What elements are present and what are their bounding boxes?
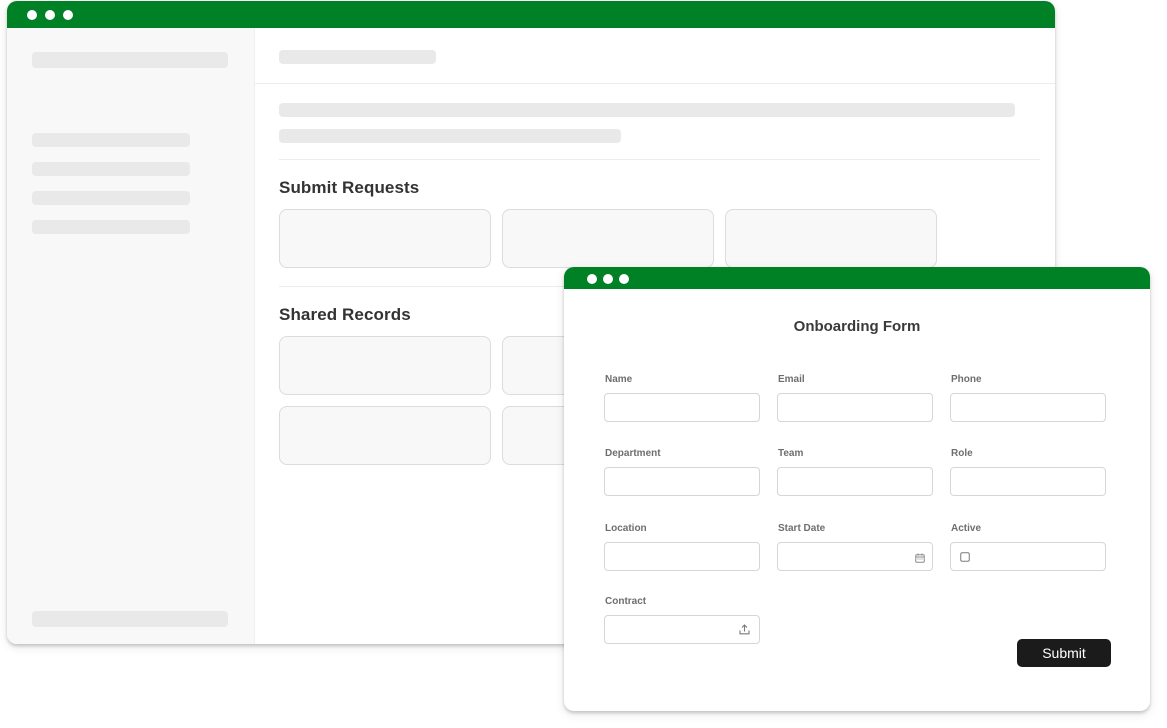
active-field (950, 542, 1106, 571)
request-card[interactable] (725, 209, 937, 268)
record-card[interactable] (279, 336, 491, 395)
window-control-close[interactable] (587, 274, 597, 284)
email-label: Email (778, 374, 805, 385)
form-window: Onboarding Form Name Email Phone Departm… (564, 267, 1150, 711)
sidebar-item-placeholder[interactable] (32, 133, 190, 147)
section-title-shared-records: Shared Records (279, 305, 411, 324)
window-control-maximize[interactable] (619, 274, 629, 284)
sidebar-item-placeholder[interactable] (32, 220, 190, 234)
department-label: Department (605, 448, 661, 459)
calendar-icon[interactable] (915, 553, 925, 563)
window-control-minimize[interactable] (45, 10, 55, 20)
sidebar-footer-placeholder (32, 611, 228, 627)
active-label: Active (951, 523, 982, 534)
checkbox-icon[interactable] (960, 552, 970, 562)
header-divider (255, 83, 1055, 84)
window-control-minimize[interactable] (603, 274, 613, 284)
name-label: Name (605, 374, 633, 385)
role-label: Role (951, 448, 973, 459)
contract-label: Contract (605, 596, 647, 607)
contract-upload-field[interactable] (604, 615, 760, 644)
record-card[interactable] (279, 406, 491, 465)
team-label: Team (778, 448, 804, 459)
section-title-submit-requests: Submit Requests (279, 178, 420, 197)
description-line-placeholder (279, 103, 1015, 117)
request-card[interactable] (279, 209, 491, 268)
department-field[interactable] (604, 467, 760, 496)
start-date-field[interactable] (777, 542, 933, 571)
sidebar (7, 28, 255, 644)
form-title: Onboarding Form (793, 318, 921, 335)
team-field[interactable] (777, 467, 933, 496)
start-date-label: Start Date (778, 523, 826, 534)
app-titlebar (7, 1, 1055, 28)
window-control-close[interactable] (27, 10, 37, 20)
phone-field[interactable] (950, 393, 1106, 422)
upload-icon[interactable] (739, 624, 750, 635)
name-field[interactable] (604, 393, 760, 422)
content-divider (279, 159, 1040, 160)
location-label: Location (605, 523, 647, 534)
submit-button[interactable]: Submit (1017, 639, 1111, 667)
window-control-maximize[interactable] (63, 10, 73, 20)
sidebar-item-placeholder[interactable] (32, 191, 190, 205)
sidebar-item-placeholder[interactable] (32, 162, 190, 176)
email-field[interactable] (777, 393, 933, 422)
role-field[interactable] (950, 467, 1106, 496)
request-card[interactable] (502, 209, 714, 268)
phone-label: Phone (951, 374, 982, 385)
location-field[interactable] (604, 542, 760, 571)
form-titlebar (564, 267, 1150, 289)
sidebar-header-placeholder (32, 52, 228, 68)
page-title-placeholder (279, 50, 436, 64)
description-line-placeholder (279, 129, 621, 143)
